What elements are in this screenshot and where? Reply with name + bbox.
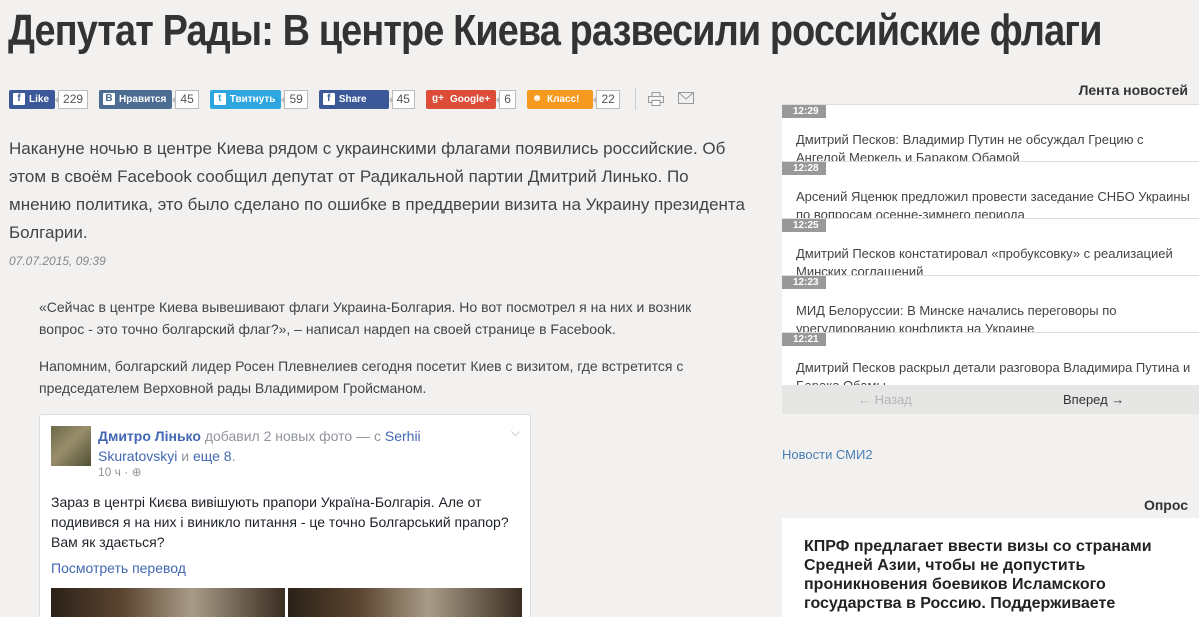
news-time: 12:29 [782,105,826,118]
facebook-like-share[interactable]: f Like 229 [9,89,89,109]
news-time: 12:23 [782,276,826,289]
fb-period: . [231,448,236,464]
mail-icon[interactable] [677,92,694,106]
news-item[interactable]: 12:21 Дмитрий Песков раскрыл детали разг… [782,332,1199,385]
news-item[interactable]: 12:29 Дмитрий Песков: Владимир Путин не … [782,104,1199,165]
twitter-tweet-label: Твитнуть [229,93,276,105]
news-headline-link[interactable]: Дмитрий Песков раскрыл детали разговора … [796,359,1191,385]
fb-post-header: Дмитро Лінько добавил 2 новых фото — с S… [98,426,488,466]
google-plus-count: 6 [496,89,516,109]
news-feed-title: Лента новостей [1078,82,1188,98]
facebook-like-button[interactable]: f Like [9,89,56,109]
news-time: 12:28 [782,162,826,175]
google-plus-icon: g+ [432,93,444,104]
article-quote: «Сейчас в центре Киева вывешивают флаги … [39,299,692,337]
vk-like-label: Нравится [119,93,167,105]
facebook-share-button[interactable]: f Share [318,89,389,109]
poll-title: Опрос [1143,497,1188,513]
article-date: 07.07.2015, 09:39 [9,254,106,268]
article-headline: Депутат Рады: В центре Киева развесили р… [8,6,1102,55]
news-feed-pagination: ← Назад Вперед → [782,385,1199,414]
news-feed-list: 12:29 Дмитрий Песков: Владимир Путин не … [782,104,1199,385]
news-item[interactable]: 12:23 МИД Белоруссии: В Минске начались … [782,275,1199,336]
odnoklassniki-count: 22 [593,89,620,109]
fb-photo-1[interactable] [51,588,285,617]
twitter-icon: t [213,93,226,105]
share-bar: f Like 229 B Нравится 45 t Твитнуть 59 f… [9,88,708,110]
fb-post-time[interactable]: 10 ч · ⊕ [98,465,142,479]
fb-others-link[interactable]: еще 8 [193,448,232,464]
facebook-share-count: 45 [388,89,415,109]
fb-action-text: добавил 2 новых фото — с [200,428,385,444]
smi2-news-link[interactable]: Новости СМИ2 [782,447,873,462]
news-time: 12:25 [782,219,826,232]
vk-like-share[interactable]: B Нравится 45 [99,89,199,109]
fb-and-text: и [177,448,193,464]
vk-like-button[interactable]: B Нравится [99,89,173,109]
fb-photo-2[interactable] [288,588,522,617]
odnoklassniki-share[interactable]: ☻ Класс! 22 [526,89,620,109]
news-time: 12:21 [782,333,826,346]
fb-author-link[interactable]: Дмитро Лінько [98,428,201,444]
fb-post-text: Зараз в центрі Києва вивішують прапори У… [51,494,509,550]
facebook-like-label: Like [29,93,50,105]
toolbar-divider [634,88,636,110]
vk-like-count: 45 [172,89,199,109]
google-plus-share[interactable]: g+ Google+ 6 [425,89,516,109]
google-plus-button[interactable]: g+ Google+ [425,89,497,109]
article-lead: Накануне ночью в центре Киева рядом с ук… [9,139,745,242]
odnoklassniki-button[interactable]: ☻ Класс! [526,89,594,109]
vk-icon: B [103,93,116,105]
news-prev-button[interactable]: ← Назад [858,385,912,414]
article-paragraph: Напомним, болгарский лидер Росен Плевнел… [39,358,684,396]
avatar[interactable] [51,426,91,466]
poll-question[interactable]: КПРФ предлагает ввести визы со странами … [804,537,1194,613]
odnoklassniki-label: Класс! [546,93,580,105]
facebook-icon: f [322,93,335,105]
facebook-like-count: 229 [55,89,89,109]
news-next-button[interactable]: Вперед → [1063,385,1124,414]
fb-translate-link[interactable]: Посмотреть перевод [51,560,186,576]
twitter-tweet-button[interactable]: t Твитнуть [209,89,282,109]
chevron-down-icon[interactable]: ⌵ [511,425,520,440]
google-plus-label: Google+ [449,93,491,105]
facebook-embedded-post: Дмитро Лінько добавил 2 новых фото — с S… [39,414,531,617]
odnoklassniki-icon: ☻ [531,93,543,104]
poll-card: КПРФ предлагает ввести визы со странами … [782,518,1199,617]
facebook-icon: f [13,93,25,105]
twitter-share[interactable]: t Твитнуть 59 [209,89,308,109]
news-item[interactable]: 12:28 Арсений Яценюк предложил провести … [782,161,1199,222]
twitter-tweet-count: 59 [281,89,308,109]
facebook-share-group[interactable]: f Share 45 [318,89,415,109]
news-item[interactable]: 12:25 Дмитрий Песков констатировал «проб… [782,218,1199,279]
facebook-share-label: Share [338,93,367,105]
print-icon[interactable] [647,92,664,106]
